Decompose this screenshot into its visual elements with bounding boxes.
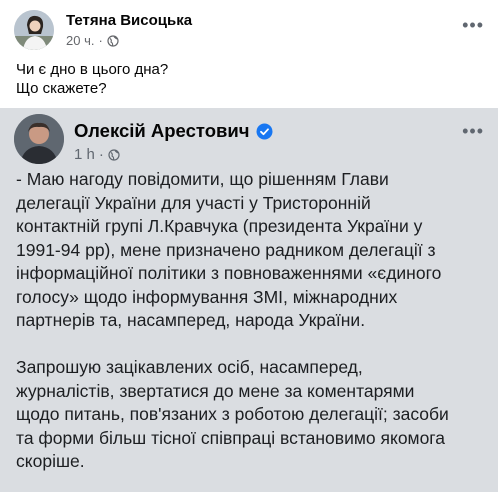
- shared-post-timestamp[interactable]: 1 h: [74, 146, 95, 163]
- globe-icon[interactable]: [108, 148, 120, 161]
- shared-post-paragraph: Запрошую зацікавлених осіб, насамперед, …: [16, 356, 486, 474]
- post-text-line: Чи є дно в цього дна?: [16, 61, 169, 78]
- paragraph-line: голосу» щодо інформування ЗМІ, міжнародн…: [16, 286, 398, 307]
- paragraph-line: щодо питань, пов'язаних з роботою делега…: [16, 404, 449, 424]
- author-avatar[interactable]: [14, 10, 54, 50]
- more-dots-icon[interactable]: •••: [462, 122, 484, 140]
- paragraph-line: делегації України для участі у Тристорон…: [16, 192, 371, 213]
- post-text: Чи є дно в цього дна? Що скажете?: [16, 60, 486, 98]
- paragraph-line: партнерів та, насамперед, народа України…: [16, 310, 366, 330]
- globe-icon[interactable]: [107, 34, 119, 47]
- outer-post-header: Тетяна Висоцька 20 ч. · •••: [14, 10, 484, 50]
- more-dots-icon[interactable]: •••: [462, 16, 484, 34]
- paragraph-line: контактній групі Л.Кравчука (президента …: [16, 216, 423, 236]
- paragraph-line: інформаційної політики з повноваженнями …: [16, 263, 442, 283]
- shared-author-name[interactable]: Олексій Арестович: [74, 120, 250, 142]
- post-text-line: Що скажете?: [16, 80, 107, 97]
- shared-author-avatar[interactable]: [14, 114, 64, 164]
- paragraph-line: 1991-94 рр), мене призначено радником де…: [16, 239, 436, 260]
- shared-post[interactable]: Олексій Арестович 1 h · ••• - Маю нагоду…: [0, 108, 498, 492]
- post-timestamp[interactable]: 20 ч.: [66, 33, 94, 48]
- post-meta: 20 ч. ·: [66, 33, 119, 48]
- paragraph-line: Запрошую зацікавлених осіб, насамперед,: [16, 357, 363, 377]
- shared-post-meta: 1 h ·: [74, 146, 120, 163]
- paragraph-line: журналістів, звертатися до мене за комен…: [16, 380, 415, 401]
- shared-post-header: Олексій Арестович 1 h · •••: [14, 114, 484, 164]
- author-name[interactable]: Тетяна Висоцька: [66, 12, 192, 29]
- shared-author-name-row: Олексій Арестович: [74, 120, 273, 142]
- verified-badge-icon: [256, 123, 272, 139]
- paragraph-line: - Маю нагоду повідомити, що рішенням Гла…: [16, 169, 389, 189]
- shared-post-paragraph: - Маю нагоду повідомити, що рішенням Гла…: [16, 168, 486, 333]
- paragraph-line: скоріше.: [16, 451, 85, 471]
- paragraph-line: та форми більш тісної співпраці встанови…: [16, 427, 446, 448]
- shared-post-text: - Маю нагоду повідомити, що рішенням Гла…: [16, 168, 486, 492]
